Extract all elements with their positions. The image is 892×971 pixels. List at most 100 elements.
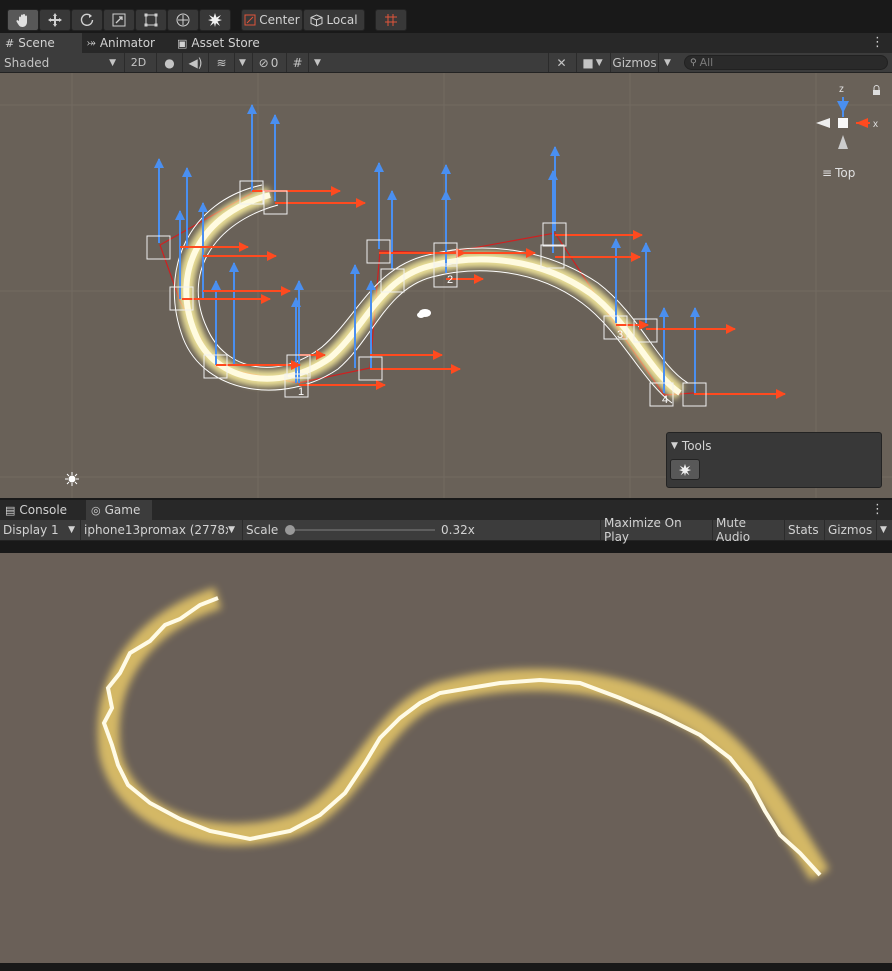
scale-control: Scale 0.32x (242, 520, 597, 540)
rotate-icon (80, 13, 94, 26)
scene-search-field[interactable]: ⚲ All (684, 55, 888, 70)
tab-asset-store[interactable]: ▣ Asset Store (172, 33, 272, 53)
more-options-icon[interactable]: ⋮ (871, 502, 884, 517)
grid-snap-icon (385, 14, 397, 26)
tab-game[interactable]: ◎ Game (86, 500, 152, 520)
main-toolbar: Center Local (0, 3, 892, 33)
hidden-count: 0 (270, 55, 279, 70)
mode-2d-label: 2D (130, 56, 147, 69)
more-options-icon[interactable]: ⋮ (871, 35, 884, 50)
wire-mesh-inner (197, 204, 689, 384)
rect-tool-button[interactable] (135, 9, 167, 31)
lightning-burst-icon (208, 13, 222, 27)
speaker-icon: ◀) (188, 55, 203, 70)
console-icon: ▤ (5, 503, 16, 517)
tab-console-label: Console (19, 503, 68, 517)
hidden-objects-toggle[interactable]: ⊘ 0 (252, 53, 284, 72)
gizmos-button[interactable]: Gizmos (610, 53, 658, 72)
sun-icon (65, 472, 79, 486)
view-orientation[interactable]: ≡ Top (822, 166, 855, 180)
tab-animator[interactable]: ⤖ Animator (82, 33, 172, 53)
pivot-icon (244, 14, 256, 26)
grid-icon: # (292, 55, 303, 70)
stats-label: Stats (788, 523, 819, 537)
tools-overlay-title: Tools (681, 439, 712, 453)
triangle-down-icon: ▼ (671, 441, 678, 451)
orientation-label: Top (835, 166, 856, 180)
lightning-burst-icon (678, 463, 692, 476)
grid-snap-button[interactable] (375, 9, 407, 31)
orientation-gizmo: z x (816, 84, 878, 149)
point-label-2: 2 (447, 274, 453, 286)
resolution-value: iphone13promax (2778x1: (84, 523, 229, 537)
transform-icon (176, 13, 190, 27)
custom-tool-button[interactable] (199, 9, 231, 31)
resolution-dropdown[interactable]: iphone13promax (2778x1: ▼ (80, 520, 238, 540)
chevron-down-icon: ▼ (239, 57, 246, 68)
toggle-2d-button[interactable]: 2D (124, 53, 152, 72)
lock-icon (873, 85, 880, 95)
display-dropdown[interactable]: Display 1 ▼ (0, 520, 78, 540)
tab-asset-store-label: Asset Store (191, 36, 260, 50)
scene-toolbar: Shaded ▼ 2D ● ◀) ≋ ▼ ⊘ 0 # ▼ ✕ ■ ▼ Gizmos… (0, 53, 892, 73)
maximize-on-play-toggle[interactable]: Maximize On Play (600, 516, 710, 544)
maximize-label: Maximize On Play (604, 516, 682, 544)
grid-icon: # (5, 36, 15, 50)
tools-overlay-header[interactable]: ▼ Tools (671, 439, 711, 453)
transform-tool-button[interactable] (167, 9, 199, 31)
effects-dropdown[interactable]: ▼ (234, 53, 250, 72)
tools-overlay: ▼ Tools (666, 432, 882, 488)
tab-game-label: Game (104, 503, 141, 517)
scale-value: 0.32x (441, 523, 475, 537)
mute-audio-toggle[interactable]: Mute Audio (712, 516, 784, 544)
tools-toggle[interactable]: ✕ (548, 53, 574, 72)
move-tool-button[interactable] (39, 9, 71, 31)
rect-transform-icon (144, 13, 158, 27)
scene-tab-bar: # Scene ⤖ Animator ▣ Asset Store ⋮ (0, 33, 892, 54)
chevron-down-icon: ▼ (314, 57, 321, 68)
tab-scene-label: Scene (18, 36, 55, 50)
hand-icon (16, 14, 27, 27)
effects-toggle[interactable]: ≋ (208, 53, 234, 72)
camera-dropdown[interactable]: ■ ▼ (576, 53, 608, 72)
shading-mode-dropdown[interactable]: Shaded ▼ (0, 53, 120, 72)
audio-toggle[interactable]: ◀) (182, 53, 208, 72)
scale-slider-thumb[interactable] (285, 525, 295, 535)
chevron-down-icon: ▼ (595, 57, 603, 68)
chevron-down-icon: ▼ (664, 57, 671, 68)
point-label-3: 3 (617, 329, 623, 341)
scale-slider-track[interactable] (289, 529, 435, 531)
pivot-local-button[interactable]: Local (303, 9, 365, 31)
gizmos-label: Gizmos (612, 55, 657, 70)
tab-scene[interactable]: # Scene (0, 33, 82, 53)
center-label: Center (259, 13, 300, 27)
scene-view[interactable]: 1 2 3 4 z x ≡ Top ▼ Tools (0, 73, 892, 498)
menu-lines-icon: ≡ (822, 166, 833, 180)
grid-dropdown[interactable]: ▼ (308, 53, 326, 72)
hand-tool-button[interactable] (7, 9, 39, 31)
lightning-glow (178, 187, 685, 400)
local-label: Local (326, 13, 358, 27)
scale-icon (112, 13, 126, 27)
animator-icon: ⤖ (87, 36, 96, 49)
chevron-down-icon: ▼ (68, 525, 75, 535)
rotate-tool-button[interactable] (71, 9, 103, 31)
game-canvas (97, 587, 830, 881)
lightning-tool-button[interactable] (670, 459, 700, 480)
eye-slash-icon: ⊘ (258, 55, 269, 70)
game-gizmos-dropdown[interactable]: ▼ (876, 520, 892, 540)
lighting-toggle[interactable]: ● (156, 53, 182, 72)
shopping-bag-icon: ▣ (177, 36, 188, 50)
pivot-center-button[interactable]: Center (241, 9, 303, 31)
point-label-1: 1 (298, 386, 304, 398)
gamepad-icon: ◎ (91, 503, 101, 517)
chevron-down-icon: ▼ (880, 525, 887, 535)
game-view[interactable] (0, 553, 892, 963)
stats-toggle[interactable]: Stats (784, 520, 824, 540)
chevron-down-icon: ▼ (228, 525, 235, 535)
game-gizmos-toggle[interactable]: Gizmos (824, 520, 876, 540)
scale-tool-button[interactable] (103, 9, 135, 31)
tab-console[interactable]: ▤ Console (0, 500, 84, 520)
gizmos-dropdown[interactable]: ▼ (658, 53, 676, 72)
grid-toggle[interactable]: # (286, 53, 308, 72)
